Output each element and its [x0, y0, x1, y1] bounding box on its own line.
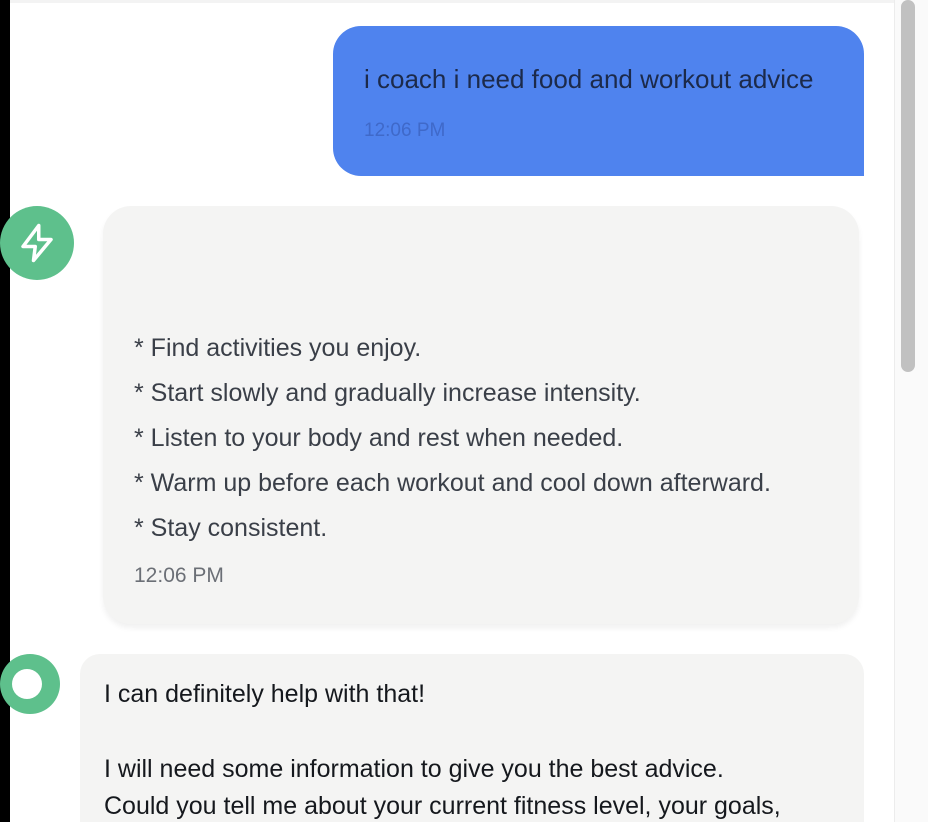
bot-message-line: I can definitely help with that!: [104, 680, 426, 708]
circle-icon: [12, 669, 42, 699]
chat-viewport: i coach i need food and workout advice 1…: [0, 0, 928, 822]
bot-message-bubble-2: I can definitely help with that! I will …: [80, 654, 864, 822]
user-message-time: 12:06 PM: [364, 120, 446, 141]
user-message-text: i coach i need food and workout advice: [364, 64, 814, 94]
list-item: * Warm up before each workout and cool d…: [134, 469, 771, 497]
bot-message-bubble: * Find activities you enjoy. * Start slo…: [103, 206, 859, 624]
list-item: * Listen to your body and rest when need…: [134, 424, 624, 452]
list-item: * Stay consistent.: [134, 514, 328, 542]
advice-list: * Find activities you enjoy. * Start slo…: [134, 331, 771, 556]
bot-message-line: Could you tell me about your current fit…: [104, 792, 781, 820]
scrollbar-thumb[interactable]: [901, 0, 915, 372]
user-message-bubble: i coach i need food and workout advice 1…: [333, 26, 864, 176]
bot-message-time: 12:06 PM: [134, 564, 224, 587]
bot-message-line: I will need some information to give you…: [104, 755, 724, 783]
list-item: * Find activities you enjoy.: [134, 334, 422, 362]
list-item: * Start slowly and gradually increase in…: [134, 379, 641, 407]
top-divider: [10, 0, 895, 3]
bot-avatar-2: [0, 654, 60, 714]
bot-avatar: [0, 206, 74, 280]
lightning-icon: [21, 223, 53, 263]
